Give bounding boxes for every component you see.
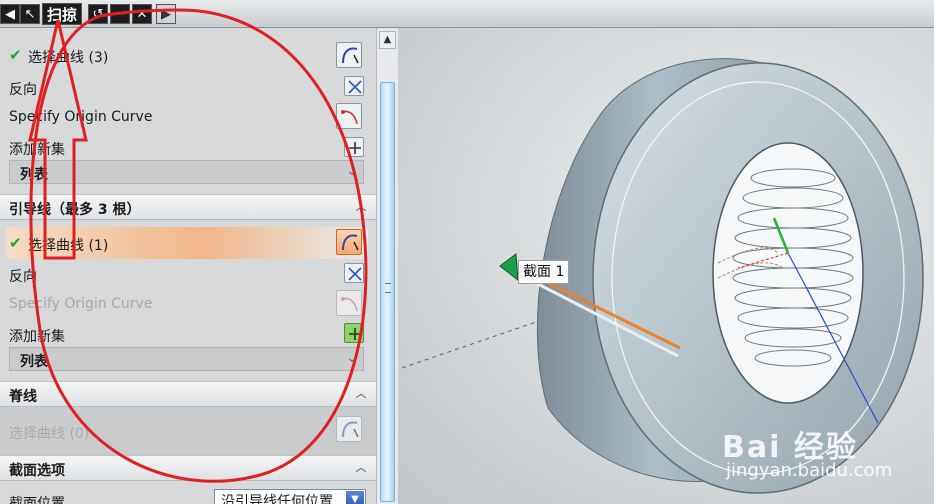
guides-specify-origin-row: Specify Origin Curve: [0, 291, 376, 319]
chevron-up-icon[interactable]: ︿: [352, 385, 370, 403]
guides-reverse-row[interactable]: 反向: [0, 261, 376, 289]
check-icon: ✔: [9, 46, 22, 64]
reverse-direction-icon[interactable]: [344, 76, 364, 96]
guide-curve-select-icon[interactable]: [336, 229, 362, 255]
add-set-icon[interactable]: [344, 323, 364, 343]
reset-arrow-icon[interactable]: ↖: [20, 4, 40, 24]
options-header-label: 截面选项: [9, 463, 65, 479]
section-callout-label: 截面 1: [518, 260, 570, 284]
guides-reverse-label: 反向: [9, 269, 37, 285]
spine-select-curve-row: 选择曲线 (0): [0, 418, 376, 446]
expand-right-icon[interactable]: ▶: [156, 4, 176, 24]
chevron-down-icon: ⌄: [346, 350, 358, 366]
dialog-titlebar: ◀ ↖ 扫掠 ↺ − ✕ ▶: [0, 0, 934, 28]
undo-icon[interactable]: ↺: [88, 4, 108, 24]
spine-select-curve-label: 选择曲线 (0): [9, 426, 90, 442]
spine-header-label: 脊线: [9, 389, 37, 405]
add-set-icon[interactable]: [344, 137, 364, 157]
section-position-select[interactable]: 沿引导线任何位置 ▼: [214, 489, 366, 504]
section-header-options[interactable]: 截面选项 ︿: [0, 455, 376, 481]
scroll-thumb[interactable]: [380, 82, 395, 502]
scroll-up-icon[interactable]: ▲: [379, 31, 396, 49]
origin-curve-icon: [336, 290, 362, 316]
scroll-grip-icon: [385, 283, 391, 293]
close-icon[interactable]: ✕: [132, 4, 152, 24]
add-new-set-row[interactable]: 添加新集: [0, 134, 376, 162]
specify-origin-row[interactable]: Specify Origin Curve: [0, 104, 376, 132]
specify-origin-label: Specify Origin Curve: [9, 109, 153, 125]
chevron-down-icon: ⌄: [346, 163, 358, 179]
add-new-set-label: 添加新集: [9, 142, 65, 158]
reverse-direction-icon[interactable]: [344, 263, 364, 283]
guides-select-curve-label: 选择曲线 (1): [28, 238, 109, 254]
list-dropdown[interactable]: 列表 ⌄: [9, 160, 364, 184]
section-header-spine[interactable]: 脊线 ︿: [0, 381, 376, 407]
check-icon: ✔: [9, 234, 22, 252]
guides-add-new-set-row[interactable]: 添加新集: [0, 321, 376, 349]
origin-curve-icon[interactable]: [336, 103, 362, 129]
chevron-up-icon[interactable]: ︿: [352, 198, 370, 216]
list-label: 列表: [20, 167, 48, 183]
spine-curve-select-icon: [336, 416, 362, 442]
section-select-curve-row[interactable]: ✔ 选择曲线 (3): [0, 42, 376, 70]
section-header-guides[interactable]: 引导线（最多 3 根） ︿: [0, 194, 376, 220]
panel-scrollbar[interactable]: ▲: [376, 28, 398, 504]
dialog-title: 扫掠: [42, 3, 83, 25]
minimize-icon[interactable]: −: [110, 4, 130, 24]
dropdown-arrow-icon[interactable]: ▼: [346, 491, 364, 504]
guides-select-curve-row[interactable]: ✔ 选择曲线 (1): [0, 230, 376, 258]
guides-list-dropdown[interactable]: 列表 ⌄: [9, 347, 364, 371]
graphics-viewport[interactable]: 截面 1 Bai 经验 jingyan.baidu.com: [398, 28, 934, 504]
section-position-value: 沿引导线任何位置: [221, 494, 333, 504]
guides-header-label: 引导线（最多 3 根）: [9, 202, 141, 218]
guides-list-label: 列表: [20, 354, 48, 370]
collapse-left-icon[interactable]: ◀: [0, 4, 20, 24]
reverse-row[interactable]: 反向: [0, 74, 376, 102]
select-curve-label: 选择曲线 (3): [28, 50, 109, 66]
section-position-label: 截面位置: [9, 496, 65, 504]
curve-select-icon[interactable]: [336, 42, 362, 68]
guides-specify-origin-label: Specify Origin Curve: [9, 296, 153, 312]
guides-add-new-set-label: 添加新集: [9, 329, 65, 345]
chevron-up-icon[interactable]: ︿: [352, 459, 370, 477]
watermark-url: jingyan.baidu.com: [726, 460, 893, 481]
reverse-label: 反向: [9, 82, 37, 98]
